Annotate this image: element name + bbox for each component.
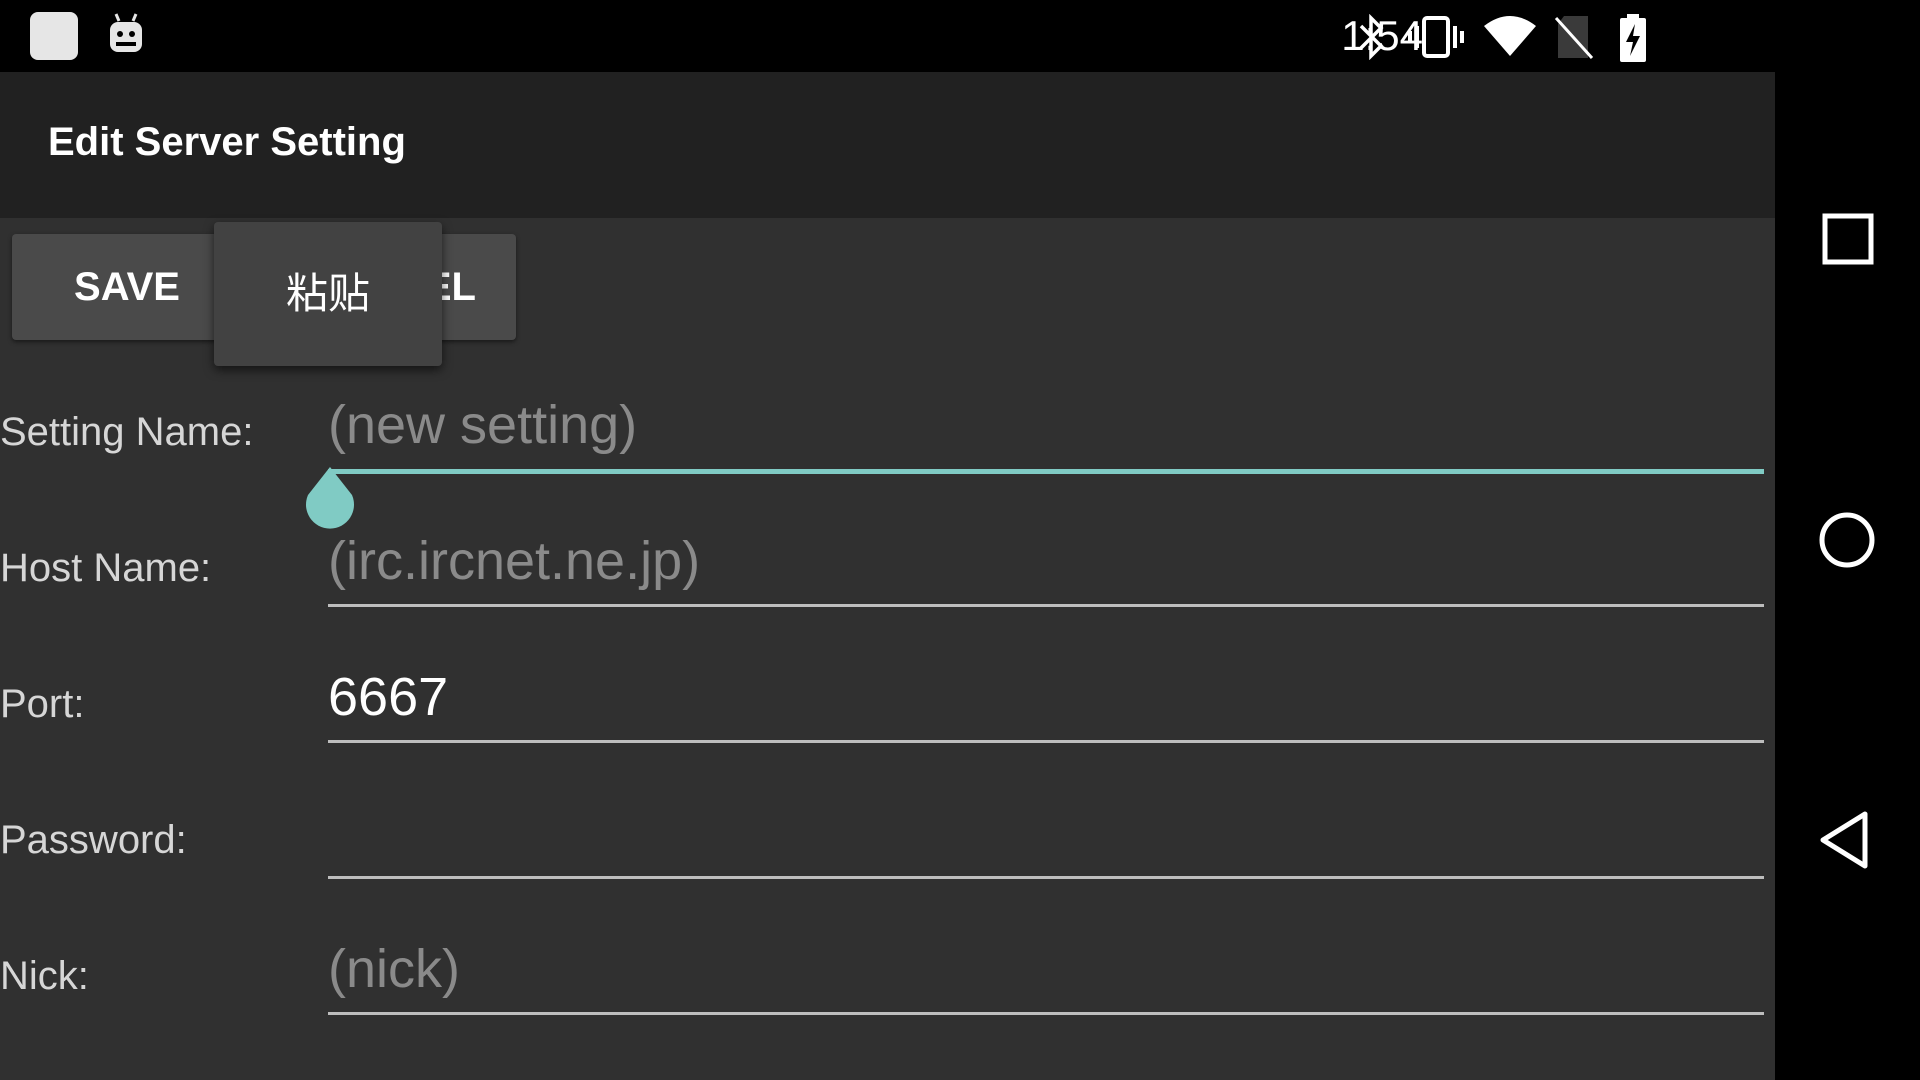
status-time: 1:54 bbox=[1341, 12, 1423, 59]
nick-underline bbox=[328, 1012, 1764, 1015]
home-circle-icon[interactable] bbox=[1805, 498, 1889, 582]
port-input[interactable]: 6667 bbox=[328, 666, 1764, 727]
android-robot-icon bbox=[110, 13, 142, 52]
action-bar: Edit Server Setting bbox=[0, 72, 1775, 218]
status-bar: 1:54 bbox=[0, 0, 1775, 72]
setting-name-input[interactable]: (new setting) bbox=[328, 394, 1764, 455]
port-underline bbox=[328, 740, 1764, 743]
app-content: Edit Server Setting SAVE EL 粘贴 Setting N… bbox=[0, 72, 1775, 1080]
nick-label: Nick: bbox=[0, 954, 89, 998]
host-name-underline bbox=[328, 604, 1764, 607]
wifi-icon bbox=[1484, 16, 1536, 56]
nick-input[interactable]: (nick) bbox=[328, 938, 1764, 999]
back-triangle-icon[interactable] bbox=[1805, 798, 1889, 882]
paste-menu-item[interactable]: 粘贴 bbox=[214, 222, 442, 366]
text-cursor-handle[interactable] bbox=[300, 465, 360, 535]
password-input[interactable] bbox=[328, 802, 1764, 862]
recents-square-icon[interactable] bbox=[1805, 198, 1889, 282]
password-label: Password: bbox=[0, 818, 187, 862]
setting-name-label: Setting Name: bbox=[0, 410, 254, 454]
battery-charging-icon bbox=[1620, 14, 1646, 62]
page-title: Edit Server Setting bbox=[48, 120, 406, 164]
setting-name-underline bbox=[328, 469, 1764, 474]
password-underline bbox=[328, 876, 1764, 879]
notification-square-icon bbox=[30, 12, 78, 60]
host-name-input[interactable]: (irc.ircnet.ne.jp) bbox=[328, 530, 1764, 591]
save-button[interactable]: SAVE bbox=[12, 234, 242, 340]
no-sim-icon bbox=[1554, 16, 1594, 60]
host-name-label: Host Name: bbox=[0, 546, 212, 590]
port-label: Port: bbox=[0, 682, 85, 726]
navigation-bar bbox=[1775, 0, 1920, 1080]
